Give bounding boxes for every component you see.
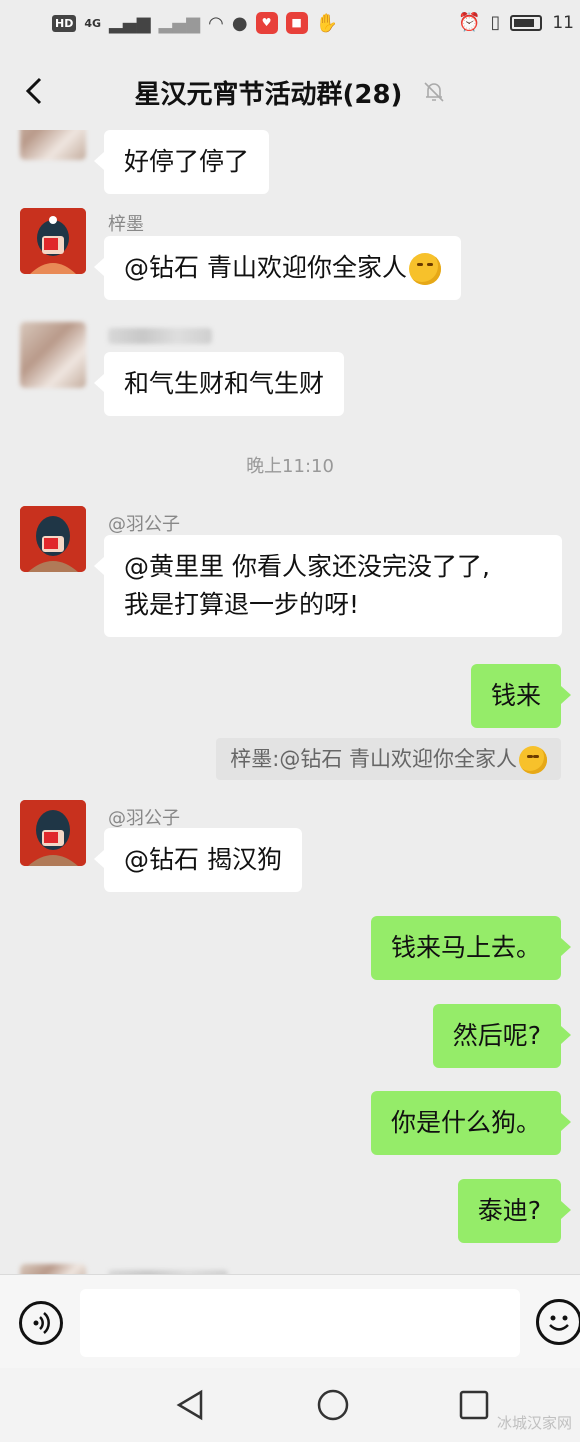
message-bubble[interactable]: @黄里里 你看人家还没完没了了, 我是打算退一步的呀! [94, 535, 562, 637]
message-text: 好停了停了 [124, 147, 250, 176]
sender-name: @羽公子 [108, 514, 180, 535]
page-title: 星汉元宵节活动群(28) [0, 74, 580, 111]
status-bar-right: ⏰ ▯ 11 [458, 12, 574, 33]
signal-icon: ▂▄▆ [109, 12, 151, 34]
hd-indicator: HD [52, 14, 77, 32]
input-bar [0, 1274, 580, 1368]
group-name: 星汉元宵节活动群(28) [134, 80, 403, 110]
triangle-back-icon[interactable] [173, 1388, 207, 1422]
chat-header: 星汉元宵节活动群(28) [0, 52, 580, 130]
chat-list[interactable]: 好停了停了 梓墨 @钻石 青山欢迎你全家人 和气生财和气生财 晚上11:10 @… [0, 130, 580, 1274]
wifi-icon: ◠ [208, 12, 224, 34]
message-bubble[interactable]: 和气生财和气生财 [93, 352, 345, 416]
quoted-reply[interactable]: 梓墨:@钻石 青山欢迎你全家人 [216, 738, 561, 780]
wechat-icon: ● [231, 12, 248, 34]
message-text: 然后呢? [452, 1021, 541, 1050]
message-bubble[interactable]: 好停了停了 [93, 130, 270, 194]
message-text: @钻石 揭汉狗 [124, 845, 282, 874]
message-text: 泰迪? [477, 1196, 541, 1225]
bell-off-icon [422, 80, 446, 111]
battery-icon [510, 14, 543, 31]
message-bubble-outgoing[interactable]: 钱来马上去。 [370, 916, 572, 980]
voice-icon[interactable] [19, 1301, 63, 1345]
system-nav-bar: 冰城汉家网 [0, 1368, 580, 1442]
sender-name: @羽公子 [108, 808, 180, 829]
hand-icon: ✋ [315, 12, 338, 34]
timestamp: 晚上11:10 [246, 456, 334, 477]
message-text: 和气生财和气生财 [124, 369, 325, 398]
message-text: 钱来 [490, 681, 541, 710]
message-text-line: 我是打算退一步的呀! [124, 590, 360, 619]
circle-home-icon[interactable] [316, 1388, 350, 1422]
message-text: 你是什么狗。 [390, 1108, 541, 1137]
thinking-emoji-icon [408, 253, 441, 285]
square-recents-icon[interactable] [457, 1388, 491, 1422]
sender-name: 梓墨 [108, 214, 144, 235]
avatar[interactable] [20, 506, 86, 572]
app-icon-red-heart: ♥ [255, 12, 278, 34]
message-bubble[interactable]: @钻石 青山欢迎你全家人 [94, 236, 461, 300]
avatar[interactable] [20, 322, 86, 388]
thinking-emoji-icon [519, 746, 547, 774]
vibrate-icon: ▯ [490, 12, 501, 33]
status-bar: HD 4G ▂▄▆ ▂▄▆ ◠ ● ♥ ■ ✋ ⏰ ▯ 11 [0, 0, 580, 52]
alarm-icon: ⏰ [458, 12, 481, 33]
message-input[interactable] [80, 1289, 520, 1357]
message-bubble-outgoing[interactable]: 钱来 [470, 664, 572, 728]
network-type: 4G [84, 16, 102, 30]
message-bubble-outgoing[interactable]: 泰迪? [457, 1179, 572, 1243]
status-bar-left: HD 4G ▂▄▆ ▂▄▆ ◠ ● ♥ ■ ✋ [52, 12, 338, 34]
quote-text: 梓墨:@钻石 青山欢迎你全家人 [230, 747, 517, 771]
app-icon-red-square: ■ [285, 12, 308, 34]
message-text-line: @黄里里 你看人家还没完没了了, [124, 552, 490, 581]
message-text: 钱来马上去。 [390, 933, 541, 962]
avatar[interactable] [20, 800, 86, 866]
message-bubble-outgoing[interactable]: 然后呢? [432, 1004, 572, 1068]
avatar[interactable] [20, 130, 86, 160]
emoji-icon[interactable] [536, 1299, 580, 1345]
message-bubble-outgoing[interactable]: 你是什么狗。 [370, 1091, 572, 1155]
clock: 11 [552, 12, 574, 33]
signal-2-icon: ▂▄▆ [158, 12, 201, 34]
message-text: @钻石 青山欢迎你全家人 [124, 253, 407, 282]
avatar[interactable] [20, 208, 86, 274]
watermark: 冰城汉家网 [496, 1414, 572, 1432]
avatar[interactable] [20, 1264, 86, 1274]
message-bubble[interactable]: @钻石 揭汉狗 [94, 828, 302, 892]
sender-name-blurred [108, 328, 212, 344]
